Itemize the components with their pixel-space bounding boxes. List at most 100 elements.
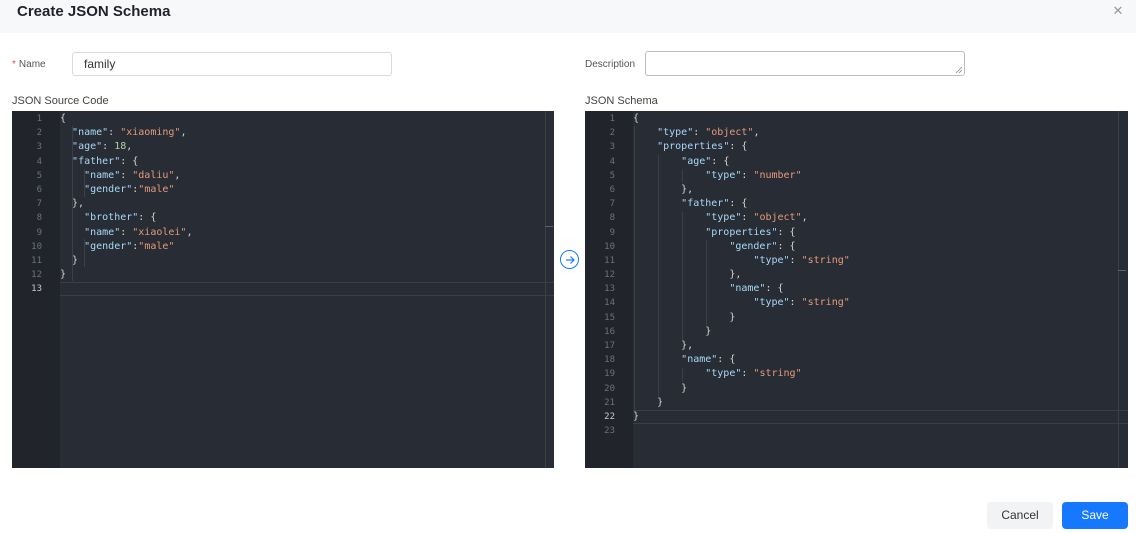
code-line: 13 xyxy=(12,282,554,297)
json-punctuation: } xyxy=(633,410,640,422)
name-input[interactable] xyxy=(72,52,392,76)
description-input[interactable] xyxy=(645,51,965,76)
code-line: 22} xyxy=(585,409,1128,425)
code-text: } xyxy=(633,325,711,339)
line-number: 4 xyxy=(609,156,615,167)
line-number: 23 xyxy=(604,426,615,437)
code-text: "age": 18, xyxy=(60,140,132,154)
json-punctuation: } xyxy=(633,325,712,337)
json-punctuation: : { xyxy=(711,155,730,167)
code-text: } xyxy=(633,382,687,396)
json-key: "name" xyxy=(681,354,718,366)
save-button[interactable]: Save xyxy=(1062,502,1128,529)
code-text: "father": { xyxy=(633,197,747,211)
json-string: "string" xyxy=(753,368,802,380)
json-string: "object" xyxy=(753,212,802,224)
json-punctuation xyxy=(60,212,84,223)
json-string: "xiaoming" xyxy=(120,127,181,139)
json-schema-editor[interactable]: 1{2 "type": "object", 3 "properties": {4 … xyxy=(585,111,1128,468)
json-punctuation: : { xyxy=(765,283,784,295)
code-line: 13 "name": { xyxy=(585,282,1128,296)
close-icon[interactable]: ✕ xyxy=(1111,4,1125,18)
json-key: "gender" xyxy=(84,240,133,252)
json-punctuation: }, xyxy=(60,198,85,210)
schema-label: JSON Schema xyxy=(585,95,658,107)
line-number: 22 xyxy=(604,411,615,422)
description-label: Description xyxy=(585,59,636,70)
line-number: 2 xyxy=(609,128,615,139)
code-lines: 1{2 "name": "xiaoming", 3 "age": 18, 4 "fa… xyxy=(12,112,554,297)
json-punctuation: , xyxy=(186,226,193,238)
line-number: 7 xyxy=(36,199,42,210)
code-line: 17 }, xyxy=(585,339,1128,353)
code-line: 4 "father": { xyxy=(12,155,554,169)
json-punctuation: : xyxy=(693,127,706,139)
json-punctuation: : xyxy=(789,254,802,266)
code-text: "father": { xyxy=(60,155,138,169)
json-punctuation: , xyxy=(753,127,760,139)
line-number: 3 xyxy=(609,142,615,153)
json-punctuation xyxy=(633,368,705,379)
code-text: "type": "string" xyxy=(633,296,849,310)
code-text: "name": { xyxy=(633,282,784,296)
code-line: 12} xyxy=(12,268,554,282)
json-punctuation: : { xyxy=(729,141,748,153)
json-punctuation xyxy=(633,170,705,181)
cancel-button[interactable]: Cancel xyxy=(987,502,1053,529)
source-code-editor[interactable]: 1{2 "name": "xiaoming", 3 "age": 18, 4 "fa… xyxy=(12,111,554,468)
line-number: 1 xyxy=(609,114,615,124)
json-punctuation: { xyxy=(60,113,67,124)
json-string: "string" xyxy=(801,254,850,266)
line-number: 16 xyxy=(604,326,615,337)
line-number: 12 xyxy=(604,270,615,281)
json-string: "male" xyxy=(138,240,175,252)
code-line: 10 "gender":"male" xyxy=(12,240,554,254)
code-line: 11 "type": "string" xyxy=(585,254,1128,268)
resize-handle-icon[interactable] xyxy=(955,66,963,74)
json-key: "name" xyxy=(84,169,121,181)
json-punctuation: , xyxy=(180,127,187,139)
code-text: }, xyxy=(633,183,693,197)
code-line: 5 "type": "number" xyxy=(585,169,1128,183)
code-line: 8 "brother": { xyxy=(12,211,554,225)
json-key: "gender" xyxy=(729,240,778,252)
json-punctuation xyxy=(633,227,705,238)
line-number: 3 xyxy=(36,142,42,153)
json-punctuation: : xyxy=(741,169,754,181)
code-text: } xyxy=(633,396,663,410)
code-text: "gender":"male" xyxy=(60,183,174,197)
line-number: 9 xyxy=(36,227,42,238)
line-number: 6 xyxy=(609,184,615,195)
code-text: "properties": { xyxy=(633,140,747,154)
line-number: 5 xyxy=(609,170,615,181)
json-key: "properties" xyxy=(705,226,778,238)
json-punctuation xyxy=(633,283,729,294)
code-line: 14 "type": "string" xyxy=(585,296,1128,310)
code-text: "type": "object", xyxy=(633,211,807,225)
code-text: }, xyxy=(60,197,84,211)
json-key: "type" xyxy=(705,368,742,380)
code-line: 4 "age": { xyxy=(585,155,1128,169)
line-number: 10 xyxy=(31,241,42,252)
code-line: 7 "father": { xyxy=(585,197,1128,211)
line-number: 1 xyxy=(36,114,42,124)
json-punctuation xyxy=(633,141,657,152)
code-line: 12 }, xyxy=(585,268,1128,282)
json-number: 18 xyxy=(114,141,127,153)
code-line: 1{ xyxy=(585,112,1128,126)
active-line-highlight xyxy=(60,282,554,297)
code-text: "name": { xyxy=(633,353,735,367)
json-key: "age" xyxy=(72,141,103,153)
json-punctuation xyxy=(60,127,72,138)
line-number: 15 xyxy=(604,312,615,323)
code-line: 16 } xyxy=(585,325,1128,339)
code-text: } xyxy=(633,311,735,325)
line-number: 13 xyxy=(31,284,42,295)
convert-button[interactable] xyxy=(560,250,579,269)
code-text: "name": "xiaolei", xyxy=(60,226,192,240)
line-number: 4 xyxy=(36,156,42,167)
json-punctuation xyxy=(633,354,681,365)
json-punctuation: } xyxy=(633,311,736,323)
json-punctuation xyxy=(60,241,84,252)
code-text: }, xyxy=(633,268,741,282)
